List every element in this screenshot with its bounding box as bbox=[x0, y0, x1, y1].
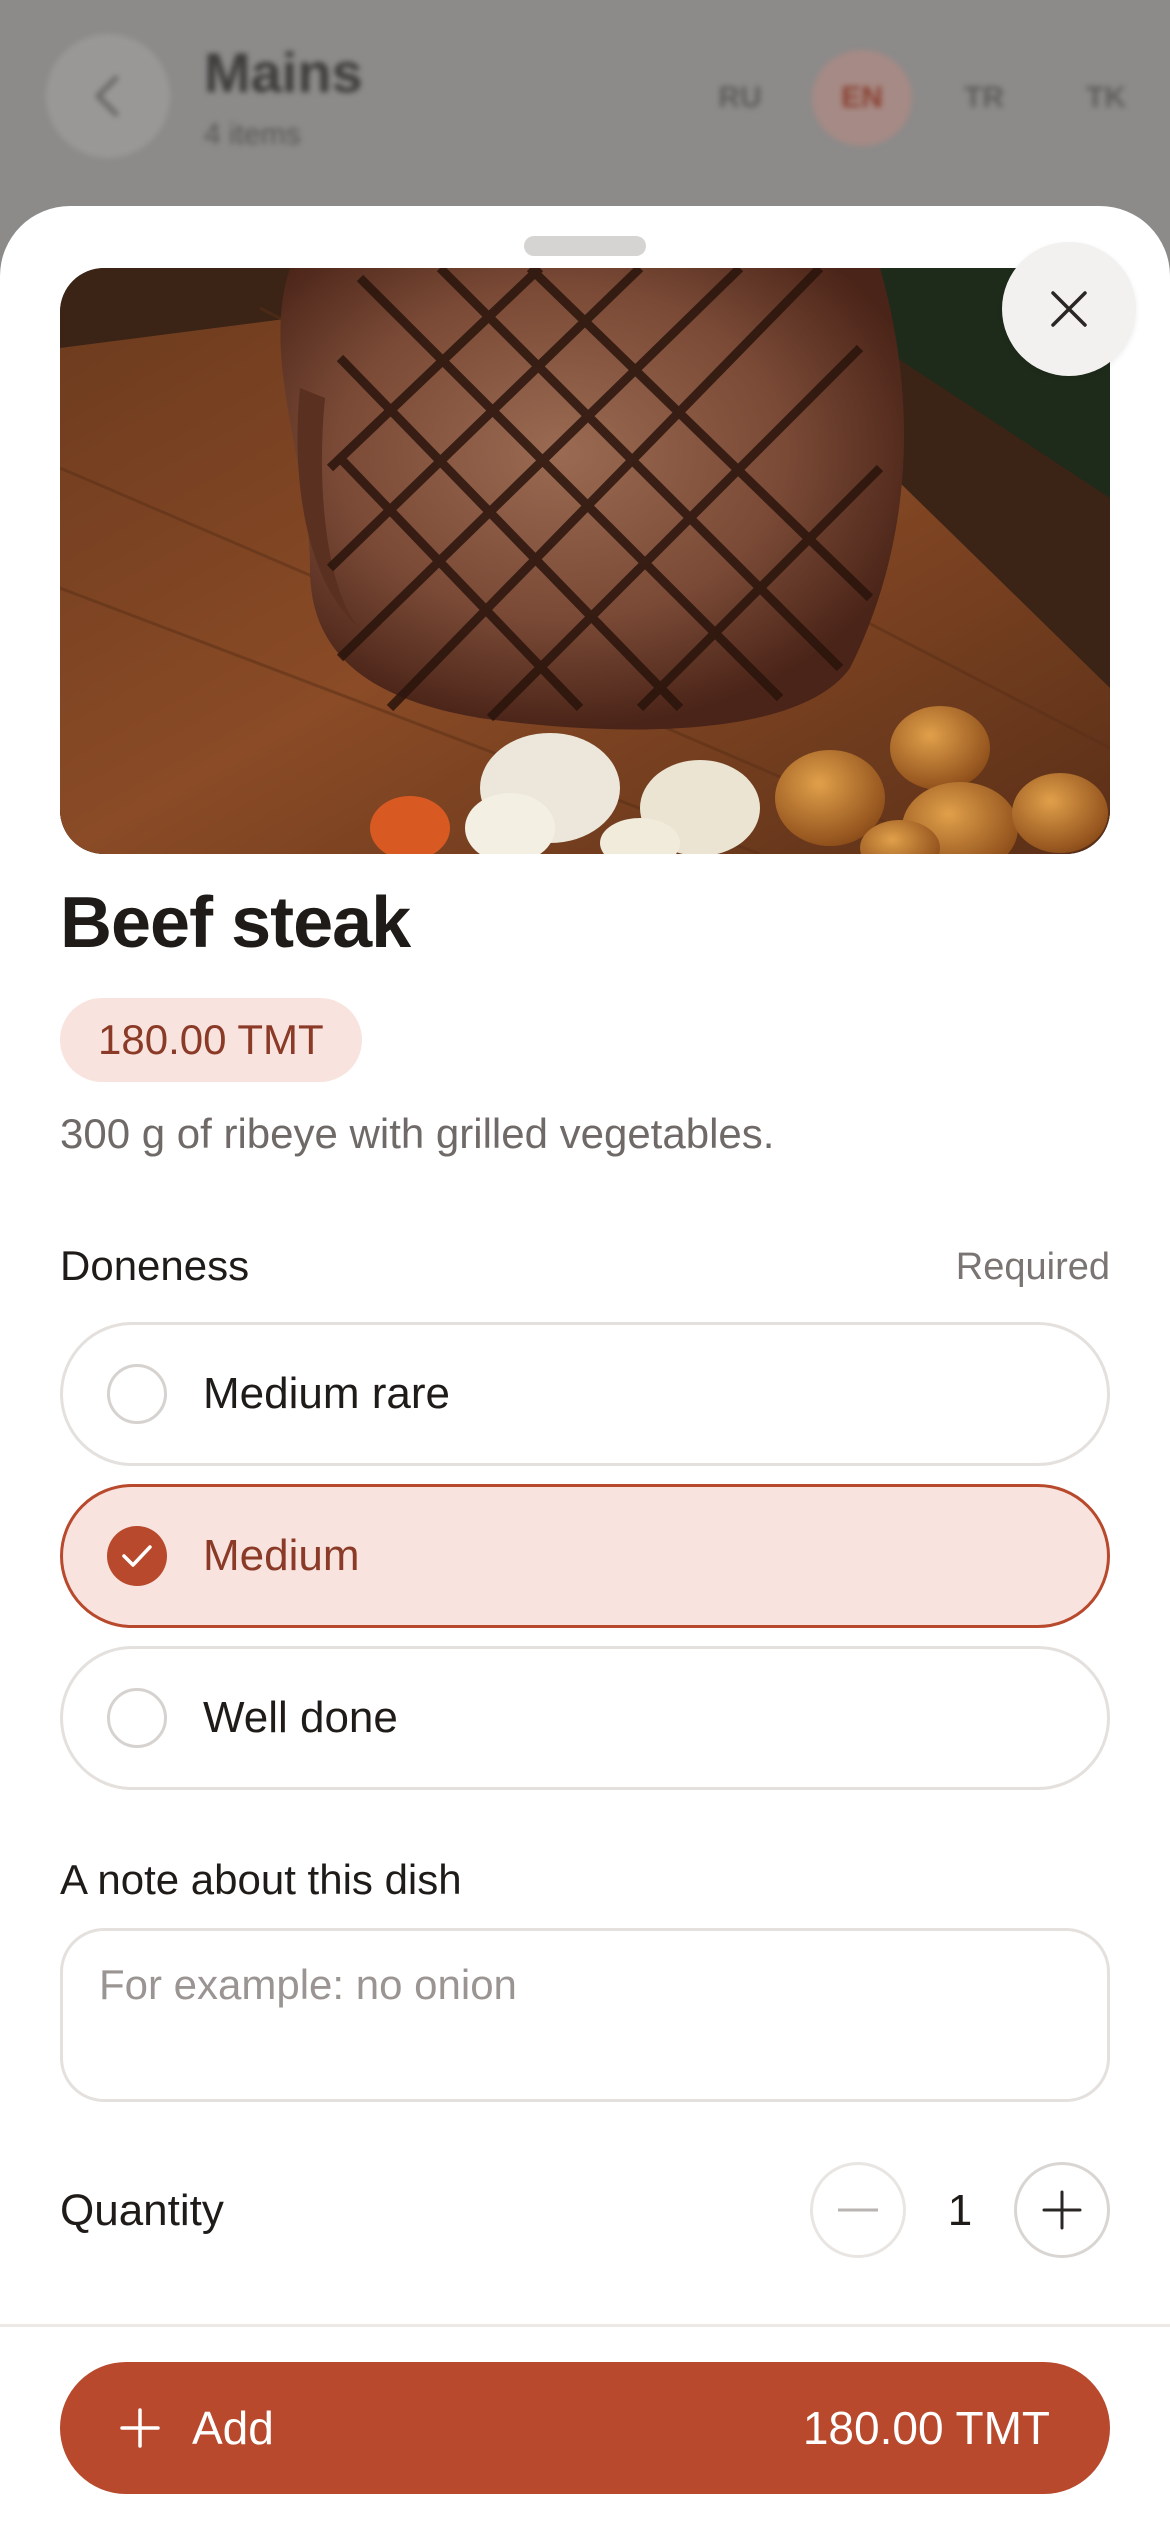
add-button-label: Add bbox=[192, 2402, 274, 2454]
sheet-grabber[interactable] bbox=[524, 236, 646, 256]
radio-unchecked[interactable] bbox=[107, 1688, 167, 1748]
add-to-order-button[interactable]: Add 180.00 TMT bbox=[60, 2362, 1110, 2494]
check-icon bbox=[122, 1545, 152, 1567]
radio-unchecked[interactable] bbox=[107, 1364, 167, 1424]
close-icon bbox=[1051, 291, 1087, 327]
option-medium[interactable]: Medium bbox=[60, 1484, 1110, 1628]
quantity-label: Quantity bbox=[60, 2186, 224, 2235]
language-tr[interactable]: TR bbox=[934, 50, 1034, 146]
dish-sheet: Beef steak 180.00 TMT 300 g of ribeye wi… bbox=[0, 206, 1170, 2532]
required-label: Required bbox=[955, 1246, 1110, 1288]
decrease-quantity-button[interactable] bbox=[810, 2162, 906, 2258]
doneness-label: Doneness bbox=[60, 1242, 250, 1289]
add-button-total: 180.00 TMT bbox=[802, 2402, 1050, 2454]
plus-icon bbox=[120, 2408, 160, 2448]
price-badge: 180.00 TMT bbox=[60, 998, 362, 1082]
option-label: Medium bbox=[203, 1531, 360, 1580]
back-button[interactable] bbox=[46, 34, 170, 158]
close-button[interactable] bbox=[1002, 242, 1136, 376]
option-medium-rare[interactable]: Medium rare bbox=[60, 1322, 1110, 1466]
category-title: Mains bbox=[204, 41, 363, 104]
quantity-value: 1 bbox=[947, 2186, 973, 2235]
language-switcher: RU EN TR TK bbox=[690, 50, 1156, 146]
language-tk[interactable]: TK bbox=[1056, 50, 1156, 146]
steak-illustration bbox=[60, 268, 1110, 854]
option-label: Well done bbox=[203, 1693, 398, 1742]
chevron-left-icon bbox=[95, 75, 119, 117]
note-input[interactable] bbox=[60, 1928, 1110, 2102]
minus-icon bbox=[838, 2208, 878, 2212]
language-ru[interactable]: RU bbox=[690, 50, 790, 146]
increase-quantity-button[interactable] bbox=[1014, 2162, 1110, 2258]
plus-icon bbox=[1042, 2190, 1082, 2230]
radio-checked[interactable] bbox=[107, 1526, 167, 1586]
dish-description: 300 g of ribeye with grilled vegetables. bbox=[60, 1110, 775, 1157]
dish-photo bbox=[60, 268, 1110, 854]
category-item-count: 4 items bbox=[204, 118, 301, 151]
footer-divider bbox=[0, 2324, 1170, 2327]
dish-title: Beef steak bbox=[60, 883, 411, 963]
background-header: Mains 4 items RU EN TR TK bbox=[0, 0, 1170, 230]
option-well-done[interactable]: Well done bbox=[60, 1646, 1110, 1790]
option-label: Medium rare bbox=[203, 1369, 450, 1418]
language-en[interactable]: EN bbox=[812, 50, 912, 146]
note-label: A note about this dish bbox=[60, 1856, 462, 1903]
